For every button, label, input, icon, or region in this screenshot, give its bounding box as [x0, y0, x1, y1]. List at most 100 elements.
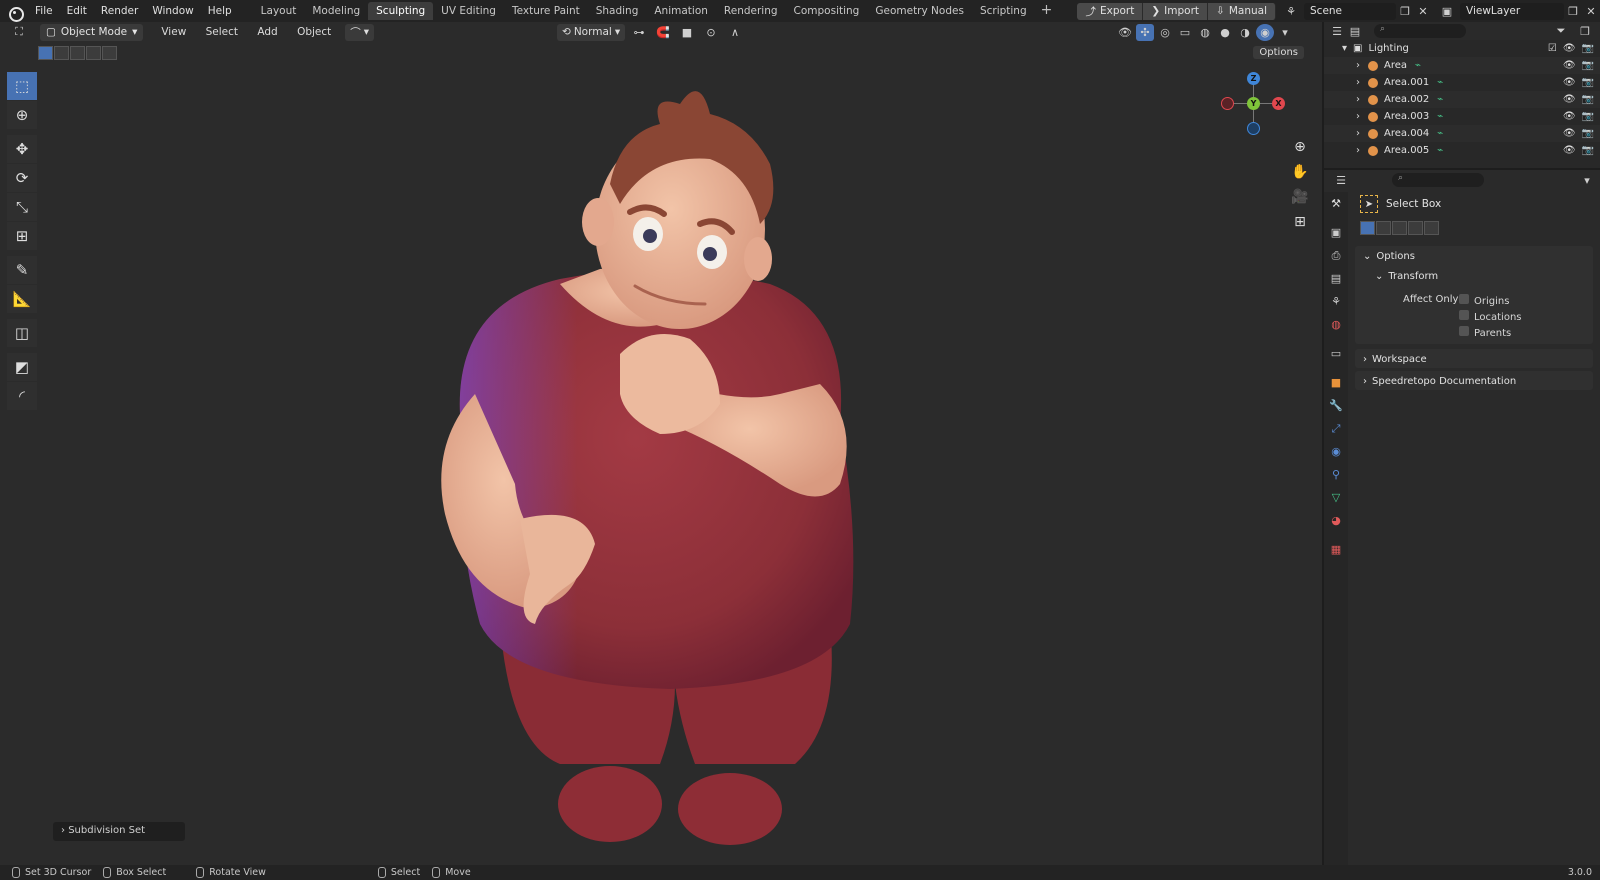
- material-tab-icon[interactable]: ◕: [1324, 509, 1348, 532]
- add-cube-tool-icon[interactable]: ◫: [7, 319, 37, 347]
- menu-edit[interactable]: Edit: [60, 5, 94, 17]
- extra-tool-icon[interactable]: ◩: [7, 353, 37, 381]
- menu-window[interactable]: Window: [145, 5, 200, 17]
- rendered-shading-icon[interactable]: ◉: [1256, 23, 1274, 41]
- tab-layout[interactable]: Layout: [253, 2, 305, 20]
- select-box-tool-icon[interactable]: ⬚: [7, 72, 37, 100]
- viewlayer-field[interactable]: ViewLayer: [1460, 2, 1564, 20]
- affect-parents-checkbox[interactable]: Parents: [1459, 326, 1511, 339]
- scene-icon[interactable]: ⚘: [1282, 3, 1300, 20]
- tool-tab-icon[interactable]: ⚒: [1324, 192, 1348, 215]
- navigation-gizmo[interactable]: Z Y X: [1221, 72, 1307, 142]
- new-scene-icon[interactable]: ❐: [1396, 3, 1414, 20]
- delete-viewlayer-icon[interactable]: ✕: [1582, 3, 1600, 20]
- move-tool-icon[interactable]: ✥: [7, 135, 37, 163]
- xray-icon[interactable]: ▭: [1176, 24, 1194, 41]
- select-invert-icon[interactable]: [86, 46, 101, 60]
- select-extend-icon[interactable]: [54, 46, 69, 60]
- camera-icon[interactable]: 📷: [1582, 43, 1594, 54]
- options-dropdown[interactable]: Options: [1253, 46, 1304, 59]
- physics-tab-icon[interactable]: ◉: [1324, 440, 1348, 463]
- properties-search-input[interactable]: ⌕: [1392, 173, 1484, 187]
- scene-field[interactable]: Scene: [1304, 2, 1396, 20]
- world-tab-icon[interactable]: ◍: [1324, 313, 1348, 336]
- falloff-dropdown[interactable]: ⌒ ▾: [345, 23, 375, 41]
- menu-object[interactable]: Object: [289, 26, 339, 38]
- view-layer-tab-icon[interactable]: ▤: [1324, 267, 1348, 290]
- curve-tool-icon[interactable]: ◜: [7, 382, 37, 410]
- options-panel-header[interactable]: ⌄ Options: [1355, 246, 1593, 266]
- collection-row[interactable]: ▾ ▣ Lighting ☑ 👁 📷: [1324, 40, 1600, 57]
- select-intersect-icon[interactable]: [1424, 221, 1439, 235]
- mode-dropdown[interactable]: ▢ Object Mode ▾: [40, 23, 144, 41]
- transform-subpanel-header[interactable]: ⌄ Transform: [1355, 266, 1593, 286]
- tab-geometry-nodes[interactable]: Geometry Nodes: [867, 2, 972, 20]
- snap-icon[interactable]: 🧲: [654, 24, 672, 41]
- properties-editor-icon[interactable]: ☰: [1332, 172, 1350, 189]
- menu-file[interactable]: File: [28, 5, 60, 17]
- new-collection-icon[interactable]: ❐: [1576, 23, 1594, 40]
- camera-icon[interactable]: 📷: [1582, 60, 1594, 71]
- add-workspace-icon[interactable]: +: [1035, 2, 1059, 20]
- import-button[interactable]: ❯ Import: [1143, 2, 1209, 20]
- rotate-tool-icon[interactable]: ⟳: [7, 164, 37, 192]
- select-new-icon[interactable]: [1360, 221, 1375, 235]
- blender-logo-icon[interactable]: [8, 4, 24, 22]
- eye-icon[interactable]: 👁: [1563, 128, 1576, 139]
- wireframe-shading-icon[interactable]: ◍: [1196, 24, 1214, 41]
- gizmo-neg-x-axis[interactable]: [1221, 97, 1234, 110]
- object-tab-icon[interactable]: ■: [1324, 371, 1348, 394]
- select-intersect-icon[interactable]: [102, 46, 117, 60]
- delete-scene-icon[interactable]: ✕: [1414, 3, 1432, 20]
- material-shading-icon[interactable]: ◑: [1236, 24, 1254, 41]
- data-tab-icon[interactable]: ▽: [1324, 486, 1348, 509]
- outliner-row[interactable]: › Area ⌁ 👁 📷: [1324, 57, 1600, 74]
- outliner-row[interactable]: › Area.004 ⌁ 👁 📷: [1324, 125, 1600, 142]
- zoom-icon[interactable]: ⊕: [1290, 137, 1310, 157]
- tab-shading[interactable]: Shading: [588, 2, 647, 20]
- tab-scripting[interactable]: Scripting: [972, 2, 1035, 20]
- display-mode-icon[interactable]: ▤: [1346, 23, 1364, 40]
- menu-add[interactable]: Add: [249, 26, 285, 38]
- gizmo-z-axis[interactable]: Z: [1247, 72, 1260, 85]
- gizmo-x-axis[interactable]: X: [1272, 97, 1285, 110]
- particles-tab-icon[interactable]: ⤢: [1324, 417, 1348, 440]
- gizmo-toggle-icon[interactable]: ✣: [1136, 23, 1154, 41]
- affect-locations-checkbox[interactable]: Locations: [1459, 310, 1522, 323]
- eye-icon[interactable]: 👁: [1563, 77, 1576, 88]
- scene-tab-icon[interactable]: ⚘: [1324, 290, 1348, 313]
- outliner-row[interactable]: › Area.005 ⌁ 👁 📷: [1324, 142, 1600, 159]
- overlay-icon[interactable]: ◎: [1156, 24, 1174, 41]
- workspace-panel-header[interactable]: › Workspace: [1355, 349, 1593, 369]
- menu-help[interactable]: Help: [201, 5, 239, 17]
- eye-icon[interactable]: 👁: [1563, 111, 1576, 122]
- viewlayer-icon[interactable]: ▣: [1438, 3, 1456, 20]
- pan-hand-icon[interactable]: ✋: [1290, 162, 1310, 182]
- tab-uv-editing[interactable]: UV Editing: [433, 2, 504, 20]
- chevron-down-icon[interactable]: ▾: [1276, 24, 1294, 41]
- falloff-icon[interactable]: ∧: [726, 24, 744, 41]
- menu-view[interactable]: View: [153, 26, 194, 38]
- manual-button[interactable]: ⇩ Manual: [1208, 2, 1276, 20]
- menu-render[interactable]: Render: [94, 5, 145, 17]
- select-extend-icon[interactable]: [1376, 221, 1391, 235]
- measure-tool-icon[interactable]: 📐: [7, 285, 37, 313]
- outliner-editor-icon[interactable]: ☰: [1328, 23, 1346, 40]
- texture-tab-icon[interactable]: ▦: [1324, 538, 1348, 561]
- render-tab-icon[interactable]: ▣: [1324, 221, 1348, 244]
- eye-icon[interactable]: 👁: [1563, 60, 1576, 71]
- tab-compositing[interactable]: Compositing: [786, 2, 868, 20]
- camera-icon[interactable]: 📷: [1582, 77, 1594, 88]
- constraints-tab-icon[interactable]: ⚲: [1324, 463, 1348, 486]
- ortho-grid-icon[interactable]: ⊞: [1290, 212, 1310, 232]
- speedretopo-panel[interactable]: › Speedretopo Documentation: [1355, 371, 1593, 390]
- gizmo-neg-z-axis[interactable]: [1247, 122, 1260, 135]
- workspace-panel[interactable]: › Workspace: [1355, 349, 1593, 368]
- tab-sculpting[interactable]: Sculpting: [368, 2, 434, 20]
- select-new-icon[interactable]: [38, 46, 53, 60]
- filter-icon[interactable]: ⏷: [1552, 23, 1570, 40]
- orientation-dropdown[interactable]: ⟲ Normal ▾: [557, 23, 626, 41]
- speedretopo-panel-header[interactable]: › Speedretopo Documentation: [1355, 371, 1593, 391]
- tab-rendering[interactable]: Rendering: [716, 2, 786, 20]
- camera-view-icon[interactable]: 🎥: [1290, 187, 1310, 207]
